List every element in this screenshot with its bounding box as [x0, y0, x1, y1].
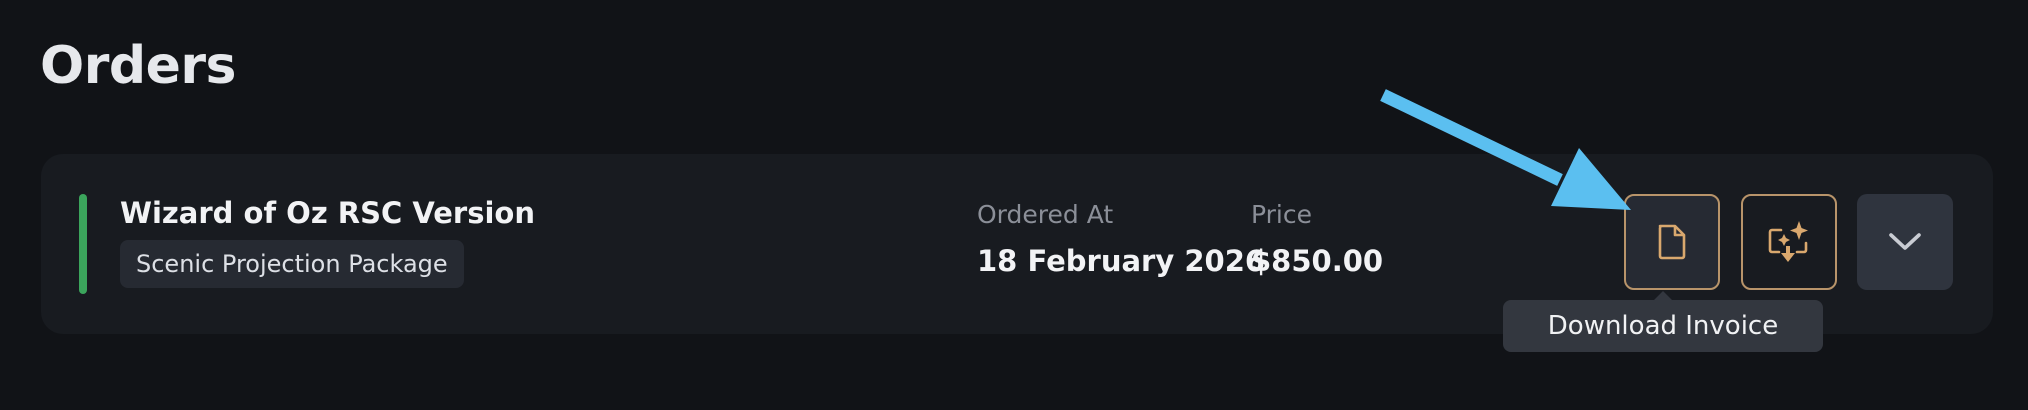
order-name: Wizard of Oz RSC Version [120, 196, 535, 230]
chevron-down-icon [1889, 233, 1921, 250]
ai-transfer-icon [1768, 221, 1808, 262]
ordered-at-label: Ordered At [977, 200, 1114, 229]
tooltip-text: Download Invoice [1547, 311, 1779, 341]
document-icon [1658, 224, 1686, 260]
price-value: $850.00 [1251, 244, 1384, 278]
package-badge: Scenic Projection Package [120, 240, 464, 288]
ordered-at-value: 18 February 2026 [977, 244, 1266, 278]
download-invoice-tooltip: Download Invoice [1503, 291, 1823, 352]
download-invoice-button[interactable] [1624, 194, 1720, 290]
expand-order-button[interactable] [1857, 194, 1953, 290]
status-indicator [79, 194, 87, 294]
price-label: Price [1251, 200, 1312, 229]
page-title: Orders [40, 36, 236, 96]
ai-action-button[interactable] [1741, 194, 1837, 290]
tooltip-arrow [1654, 291, 1672, 300]
